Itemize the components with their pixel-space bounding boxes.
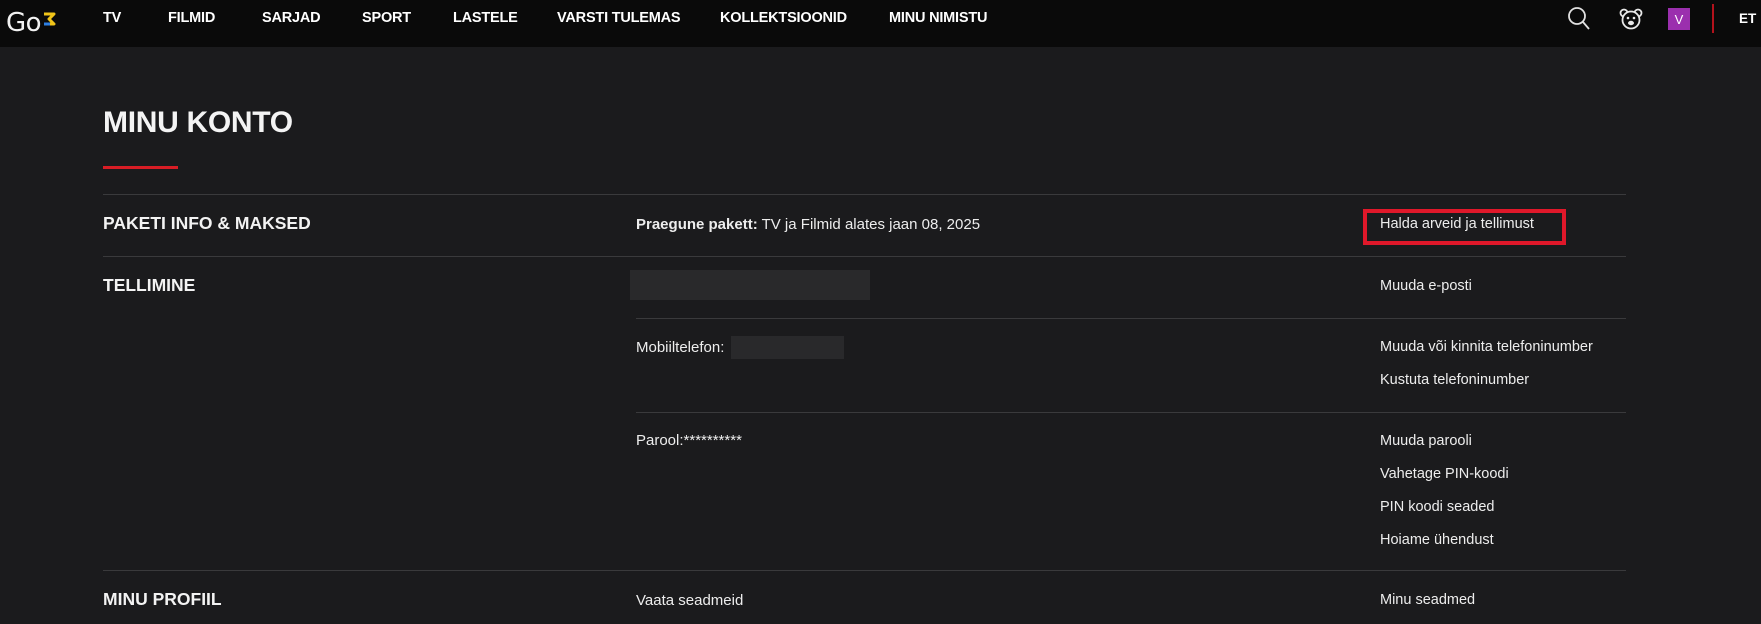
nav-tv[interactable]: TV: [103, 10, 121, 26]
redacted-phone: [731, 336, 844, 359]
redacted-email: [630, 270, 870, 300]
password-label: Parool:: [636, 432, 684, 449]
nav-filmid[interactable]: FILMID: [168, 10, 215, 26]
change-email-link[interactable]: Muuda e-posti: [1380, 278, 1472, 294]
language-selector[interactable]: ET: [1739, 11, 1756, 26]
avatar-initial: V: [1674, 11, 1684, 27]
row-divider: [636, 318, 1626, 319]
change-password-link[interactable]: Muuda parooli: [1380, 433, 1472, 449]
section-label-package: PAKETI INFO & MAKSED: [103, 213, 311, 233]
current-package-label: Praegune pakett:: [636, 216, 758, 233]
header-divider: [1712, 4, 1714, 33]
nav-sarjad[interactable]: SARJAD: [262, 10, 321, 26]
section-label-subscription: TELLIMINE: [103, 275, 196, 295]
my-devices-link[interactable]: Minu seadmed: [1380, 592, 1475, 608]
logo-text: Go: [6, 8, 42, 38]
highlight-box: [1363, 209, 1566, 245]
current-package-value: TV ja Filmid alates jaan 08, 2025: [757, 216, 981, 233]
password-info: Parool:**********: [636, 432, 742, 449]
profile-avatar[interactable]: V: [1668, 8, 1690, 30]
search-icon[interactable]: [1567, 6, 1591, 32]
title-underline: [103, 166, 178, 169]
nav-kollektsioonid[interactable]: KOLLEKTSIOONID: [720, 10, 847, 26]
row-divider: [636, 412, 1626, 413]
phone-label: Mobiiltelefon:: [636, 339, 725, 356]
nav-lastele[interactable]: LASTELE: [453, 10, 518, 26]
logo-three-mark-icon: [44, 12, 56, 25]
nav-varsti-tulemas[interactable]: VARSTI TULEMAS: [557, 10, 681, 26]
section-divider: [103, 256, 1626, 257]
nav-sport[interactable]: SPORT: [362, 10, 411, 26]
go3-logo[interactable]: Go: [6, 7, 56, 39]
top-navigation-bar: Go TV FILMID SARJAD SPORT LASTELE VARSTI…: [0, 0, 1761, 47]
section-label-profile: MINU PROFIIL: [103, 589, 222, 609]
pin-settings-link[interactable]: PIN koodi seaded: [1380, 499, 1494, 515]
stay-connected-link[interactable]: Hoiame ühendust: [1380, 532, 1494, 548]
page-title: MINU KONTO: [103, 106, 293, 139]
delete-phone-link[interactable]: Kustuta telefoninumber: [1380, 372, 1529, 388]
change-pin-link[interactable]: Vahetage PIN-koodi: [1380, 466, 1509, 482]
current-package-info: Praegune pakett: TV ja Filmid alates jaa…: [636, 216, 980, 233]
bear-face-icon[interactable]: [1619, 7, 1643, 31]
password-value: **********: [683, 432, 742, 449]
section-divider: [103, 194, 1626, 195]
view-devices-text: Vaata seadmeid: [636, 592, 744, 609]
section-divider: [103, 570, 1626, 571]
change-phone-link[interactable]: Muuda või kinnita telefoninumber: [1380, 339, 1593, 355]
nav-minu-nimistu[interactable]: MINU NIMISTU: [889, 10, 987, 26]
